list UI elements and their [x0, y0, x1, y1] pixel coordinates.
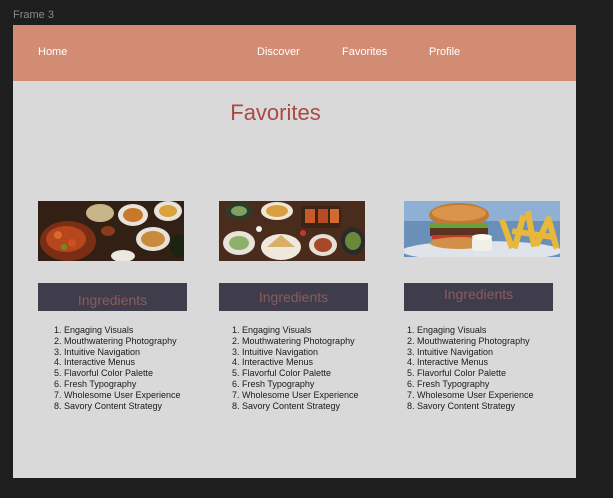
nav-home-link[interactable]: Home	[38, 46, 67, 58]
list-item: 6. Fresh Typography	[54, 378, 137, 389]
list-item: 3. Intuitive Navigation	[407, 346, 494, 357]
list-item: 5. Flavorful Color Palette	[407, 368, 507, 379]
list-item: 7. Wholesome User Experience	[407, 389, 534, 400]
list-item: 4. Interactive Menus	[232, 357, 314, 368]
list-item: 3. Intuitive Navigation	[232, 346, 319, 357]
nav-favorites-link[interactable]: Favorites	[342, 46, 387, 58]
design-canvas: Frame 3 Home Discover Favorites Profile …	[0, 0, 613, 498]
list-item: 2. Mouthwatering Photography	[54, 335, 177, 346]
list-item: 5. Flavorful Color Palette	[54, 368, 154, 379]
ingredients-label: Ingredients	[443, 286, 514, 302]
list-item: 4. Interactive Menus	[54, 357, 136, 368]
list-item: 8. Savory Content Strategy	[407, 400, 516, 411]
list-item: 6. Fresh Typography	[232, 378, 315, 389]
list-item: 1. Engaging Visuals	[407, 325, 487, 335]
ingredients-list: 1. Engaging Visuals 2. Mouthwatering Pho…	[407, 325, 534, 411]
ingredients-header[interactable]: Ingredients	[219, 283, 368, 311]
burger-fries-photo-icon	[404, 201, 560, 257]
ingredients-list: 1. Engaging Visuals 2. Mouthwatering Pho…	[54, 325, 181, 411]
top-navbar: Home Discover Favorites Profile	[13, 25, 576, 81]
ingredients-header[interactable]: Ingredients	[38, 283, 187, 311]
list-item: 8. Savory Content Strategy	[54, 400, 163, 411]
list-item: 2. Mouthwatering Photography	[232, 335, 355, 346]
ingredients-label: Ingredients	[258, 289, 329, 305]
list-item: 7. Wholesome User Experience	[232, 389, 359, 400]
ingredients-header[interactable]: Ingredients	[404, 283, 553, 311]
nav-discover-link[interactable]: Discover	[257, 46, 300, 58]
list-item: 8. Savory Content Strategy	[232, 400, 341, 411]
list-item: 6. Fresh Typography	[407, 378, 490, 389]
ingredients-list: 1. Engaging Visuals 2. Mouthwatering Pho…	[232, 325, 359, 411]
list-item: 2. Mouthwatering Photography	[407, 335, 530, 346]
nav-profile-link[interactable]: Profile	[429, 46, 460, 58]
list-item: 1. Engaging Visuals	[232, 325, 312, 335]
list-item: 7. Wholesome User Experience	[54, 389, 181, 400]
table-spread-photo-icon	[219, 201, 365, 261]
list-item: 3. Intuitive Navigation	[54, 346, 141, 357]
app-frame: Home Discover Favorites Profile Favorite…	[13, 25, 576, 478]
curry-dishes-photo-icon	[38, 201, 184, 261]
frame-label[interactable]: Frame 3	[13, 9, 54, 21]
list-item: 4. Interactive Menus	[407, 357, 489, 368]
ingredients-label: Ingredients	[77, 292, 148, 308]
page-title: Favorites	[230, 100, 321, 125]
list-item: 5. Flavorful Color Palette	[232, 368, 332, 379]
list-item: 1. Engaging Visuals	[54, 325, 134, 335]
